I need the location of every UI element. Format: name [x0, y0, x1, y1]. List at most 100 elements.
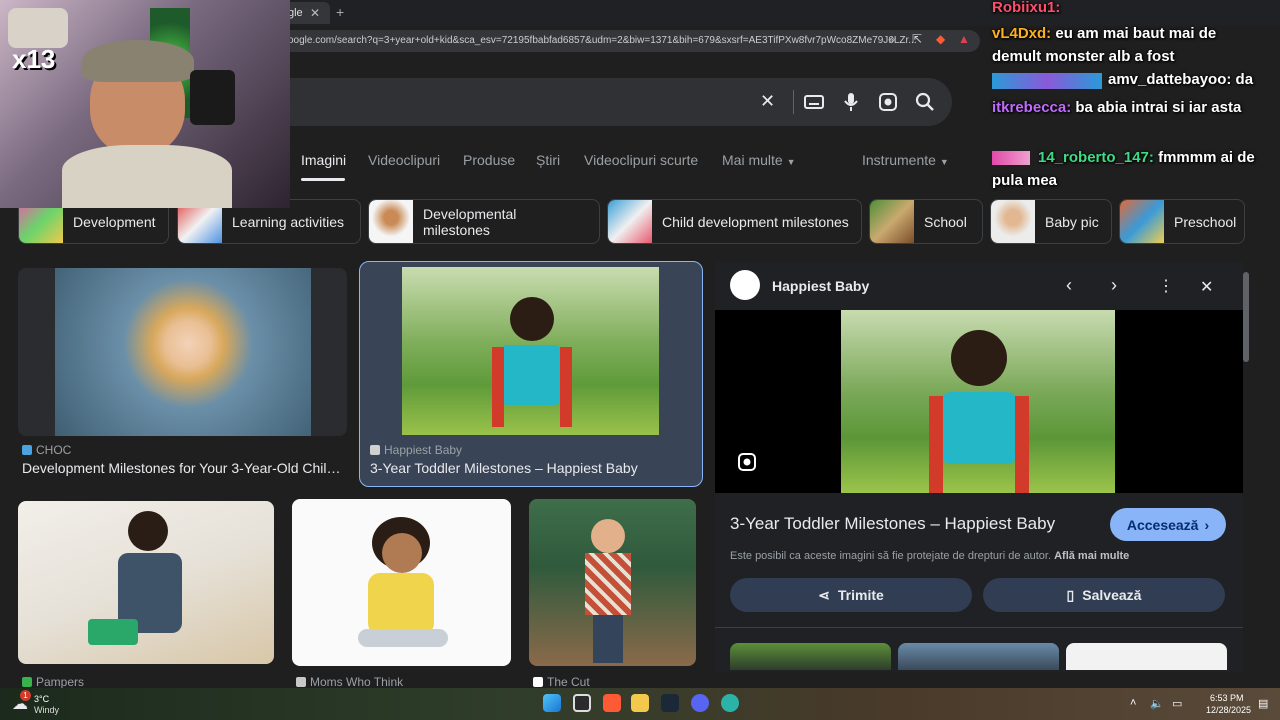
save-button[interactable]: ▯ Salvează — [983, 578, 1225, 612]
chevron-right-icon: › — [1204, 516, 1210, 533]
site-favicon — [533, 677, 543, 687]
new-tab-icon[interactable]: + — [336, 4, 344, 20]
lens-icon[interactable] — [878, 92, 898, 112]
chat-text: ba abia intrai si iar asta — [1075, 99, 1242, 116]
photo-toy — [88, 619, 138, 645]
speaker-icon[interactable]: 🔈 — [1150, 697, 1164, 710]
network-icon[interactable]: ▭ — [1172, 697, 1182, 710]
share-button[interactable]: ⋖ Trimite — [730, 578, 972, 612]
site-favicon — [22, 445, 32, 455]
weather-condition: Windy — [34, 705, 60, 715]
caret-down-icon: ▼ — [786, 157, 796, 167]
panel-image[interactable] — [841, 310, 1115, 493]
close-panel-icon[interactable]: ✕ — [1200, 277, 1213, 297]
address-bar[interactable]: oogle.com/search?q=3+year+old+kid&sca_es… — [280, 30, 980, 52]
tab-more[interactable]: Mai multe ▼ — [722, 152, 796, 168]
clear-search-icon[interactable]: ✕ — [760, 91, 775, 112]
tab-videos[interactable]: Videoclipuri — [368, 152, 440, 168]
related-image[interactable] — [898, 643, 1059, 670]
webcam-badge: x13 — [12, 44, 56, 74]
result-image-happiest-baby[interactable] — [402, 267, 659, 435]
panel-scrollbar[interactable] — [1243, 272, 1249, 362]
photo-hair — [951, 330, 1007, 386]
photo-pants — [358, 629, 448, 647]
zoom-icon[interactable]: ⌕ — [889, 32, 896, 47]
streamer-shirt — [62, 145, 232, 208]
site-favicon — [22, 677, 32, 687]
chip-label: Child development milestones — [662, 213, 849, 230]
chip-thumb — [608, 200, 652, 243]
photo-backpack-strap — [1015, 396, 1029, 493]
share-icon: ⋖ — [818, 586, 830, 603]
notification-badge: 1 — [20, 690, 31, 701]
chip-label: Learning activities — [232, 213, 345, 230]
tab-news[interactable]: Știri — [536, 152, 560, 168]
photo-backpack-strap — [492, 347, 504, 427]
tray-chevron-icon[interactable]: ˄ — [1130, 697, 1136, 709]
search-bar[interactable] — [180, 78, 952, 126]
photo-shirt — [941, 392, 1017, 464]
photo-jeans — [593, 615, 623, 663]
chat-message: vL4Dxd: eu am mai baut mai de demult mon… — [992, 22, 1262, 68]
discord-icon[interactable] — [691, 694, 709, 712]
chip-baby-pic[interactable]: Baby pic — [990, 199, 1112, 244]
copyright-text: Este posibil ca aceste imagini să fie pr… — [730, 550, 1052, 562]
chip-developmental-milestones[interactable]: Developmental milestones — [368, 199, 600, 244]
result-image-the-cut[interactable] — [529, 499, 696, 666]
tab-close-icon[interactable]: ✕ — [310, 6, 320, 20]
chip-school[interactable]: School — [869, 199, 983, 244]
photo-dress — [368, 573, 434, 635]
clock-time[interactable]: 6:53 PM — [1210, 693, 1244, 703]
clock-date[interactable]: 12/28/2025 — [1206, 705, 1251, 715]
tools-button[interactable]: Instrumente ▼ — [862, 152, 949, 168]
related-image[interactable] — [1066, 643, 1227, 670]
prev-image-icon[interactable]: ‹ — [1066, 275, 1072, 296]
share-icon[interactable]: ⇱ — [912, 32, 922, 46]
steam-icon[interactable] — [661, 694, 679, 712]
chip-thumb — [991, 200, 1035, 243]
source-name: Pampers — [36, 675, 85, 689]
app-icon[interactable] — [721, 694, 739, 712]
result-image-pampers[interactable] — [18, 501, 274, 664]
keyboard-icon[interactable] — [804, 94, 824, 110]
lens-search-icon[interactable] — [737, 452, 757, 472]
brave-icon[interactable] — [603, 694, 621, 712]
photo-face — [591, 519, 625, 553]
panel-site-name[interactable]: Happiest Baby — [772, 278, 869, 294]
task-view-icon[interactable] — [573, 694, 591, 712]
panel-title[interactable]: 3-Year Toddler Milestones – Happiest Bab… — [730, 514, 1055, 534]
save-label: Salvează — [1082, 587, 1142, 603]
mic-icon[interactable] — [843, 92, 859, 112]
next-image-icon[interactable]: › — [1111, 275, 1117, 296]
result-image-choc[interactable] — [18, 268, 347, 436]
chip-child-development-milestones[interactable]: Child development milestones — [607, 199, 862, 244]
result-image-moms-who-think[interactable] — [292, 499, 511, 666]
site-favicon — [370, 445, 380, 455]
file-explorer-icon[interactable] — [631, 694, 649, 712]
start-icon[interactable] — [543, 694, 561, 712]
source-name: The Cut — [547, 675, 590, 689]
photo-face — [382, 533, 422, 573]
chip-preschool[interactable]: Preschool — [1119, 199, 1245, 244]
rewards-icon[interactable]: ▲ — [958, 32, 970, 46]
copyright-notice: Este posibil ca aceste imagini să fie pr… — [730, 550, 1129, 562]
more-options-icon[interactable]: ⋮ — [1158, 276, 1174, 296]
microphone-icon — [190, 70, 235, 125]
tab-images[interactable]: Imagini — [301, 152, 346, 168]
weather-temp: 3°C — [34, 694, 50, 704]
search-icon[interactable] — [915, 92, 935, 112]
result-title[interactable]: 3-Year Toddler Milestones – Happiest Bab… — [370, 460, 695, 476]
chip-label: Preschool — [1174, 213, 1237, 230]
notification-center-icon[interactable]: ▤ — [1258, 697, 1268, 710]
result-title[interactable]: Development Milestones for Your 3-Year-O… — [22, 460, 347, 476]
learn-more-link[interactable]: Află mai multe — [1054, 550, 1129, 562]
related-image[interactable] — [730, 643, 891, 670]
tab-products[interactable]: Produse — [463, 152, 515, 168]
chip-label: Developmental milestones — [423, 205, 517, 238]
share-label: Trimite — [837, 587, 884, 603]
chip-label: School — [924, 213, 967, 230]
source-name: CHOC — [36, 443, 72, 457]
tab-short-videos[interactable]: Videoclipuri scurte — [584, 152, 698, 168]
visit-button[interactable]: Accesează › — [1110, 508, 1226, 541]
brave-shield-icon[interactable]: ◆ — [936, 32, 945, 46]
